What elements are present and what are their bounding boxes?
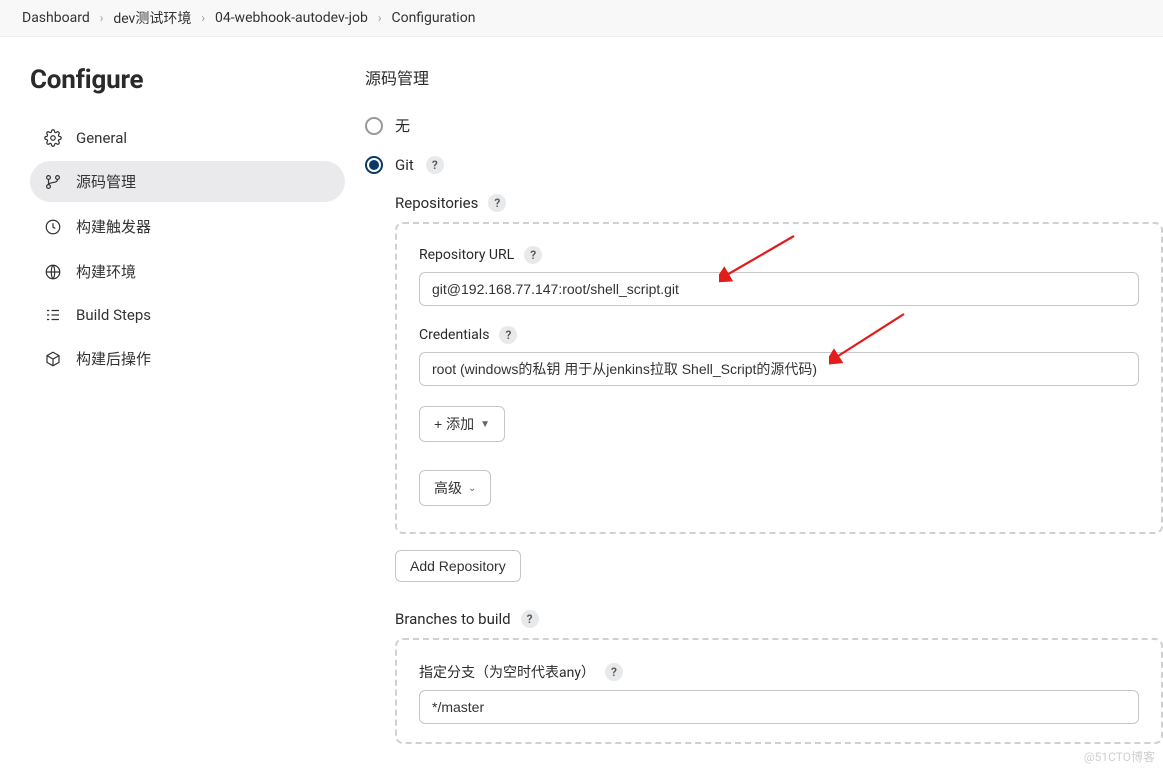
breadcrumb-item[interactable]: dev测试环境 (113, 8, 191, 28)
breadcrumb-item[interactable]: Configuration (391, 10, 475, 26)
sidebar-item-label: 构建后操作 (76, 348, 151, 369)
gear-icon (44, 129, 62, 147)
breadcrumb-item[interactable]: 04-webhook-autodev-job (215, 10, 368, 26)
caret-down-icon: ▼ (480, 419, 490, 430)
sidebar-item-scm[interactable]: 源码管理 (30, 161, 345, 202)
globe-icon (44, 263, 62, 281)
help-icon[interactable]: ? (488, 194, 506, 212)
sidebar-item-environment[interactable]: 构建环境 (30, 251, 345, 292)
help-icon[interactable]: ? (499, 326, 517, 344)
repo-url-input[interactable] (419, 272, 1139, 306)
radio-label: 无 (395, 115, 410, 136)
page-title: Configure (30, 65, 345, 95)
sidebar-item-label: Build Steps (76, 306, 151, 324)
radio-label: Git (395, 156, 414, 174)
credentials-label: Credentials ? (419, 326, 1139, 344)
branch-icon (44, 173, 62, 191)
steps-icon (44, 306, 62, 324)
sidebar-item-label: General (76, 129, 127, 147)
chevron-down-icon: ⌄ (468, 483, 476, 494)
radio-icon[interactable] (365, 117, 383, 135)
chevron-right-icon: › (201, 11, 205, 25)
sidebar-item-label: 源码管理 (76, 171, 136, 192)
branches-block: 指定分支（为空时代表any） ? (395, 638, 1163, 744)
credentials-select[interactable] (419, 352, 1139, 386)
section-title-scm: 源码管理 (365, 65, 1163, 89)
repository-block: Repository URL ? Credentials ? (395, 222, 1163, 534)
repo-url-label: Repository URL ? (419, 246, 1139, 264)
sidebar-item-label: 构建触发器 (76, 216, 151, 237)
scm-option-none[interactable]: 无 (365, 115, 1163, 136)
sidebar: Configure General 源码管理 构建触发器 构建环境 (0, 37, 365, 784)
sidebar-item-post-build[interactable]: 构建后操作 (30, 338, 345, 379)
help-icon[interactable]: ? (605, 663, 623, 681)
sidebar-item-triggers[interactable]: 构建触发器 (30, 206, 345, 247)
sidebar-item-general[interactable]: General (30, 119, 345, 157)
radio-icon[interactable] (365, 156, 383, 174)
scm-option-git[interactable]: Git ? (365, 156, 1163, 174)
sidebar-item-label: 构建环境 (76, 261, 136, 282)
add-credentials-button[interactable]: + 添加 ▼ (419, 406, 505, 442)
chevron-right-icon: › (378, 11, 382, 25)
main-content: 源码管理 无 Git ? Repositories ? Repository U… (365, 37, 1163, 784)
watermark: @51CTO博客 (1084, 748, 1155, 765)
repositories-heading: Repositories ? (395, 194, 1163, 212)
help-icon[interactable]: ? (521, 610, 539, 628)
branches-heading: Branches to build ? (395, 610, 1163, 628)
breadcrumb: Dashboard › dev测试环境 › 04-webhook-autodev… (0, 0, 1163, 37)
package-icon (44, 350, 62, 368)
advanced-button[interactable]: 高级 ⌄ (419, 470, 491, 506)
add-repository-button[interactable]: Add Repository (395, 550, 521, 582)
chevron-right-icon: › (100, 11, 104, 25)
clock-icon (44, 218, 62, 236)
help-icon[interactable]: ? (426, 156, 444, 174)
branch-specifier-label: 指定分支（为空时代表any） ? (419, 662, 1139, 682)
breadcrumb-item[interactable]: Dashboard (22, 10, 90, 26)
sidebar-item-build-steps[interactable]: Build Steps (30, 296, 345, 334)
help-icon[interactable]: ? (524, 246, 542, 264)
branch-specifier-input[interactable] (419, 690, 1139, 724)
